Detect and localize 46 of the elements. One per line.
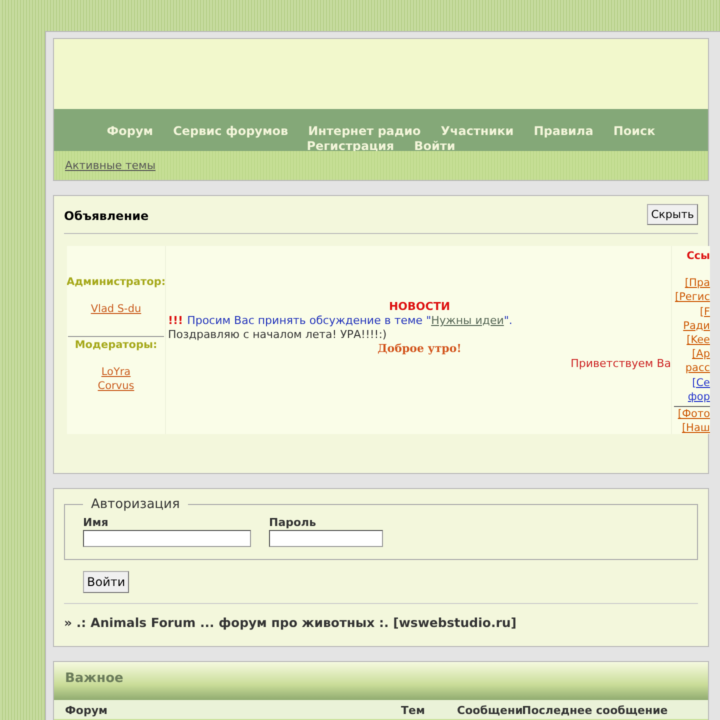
hide-button[interactable]: Скрыть — [647, 204, 698, 225]
links-heading: Ссы — [686, 249, 710, 264]
nav-link[interactable]: Сервис форумов — [173, 124, 288, 139]
user-link[interactable]: LoYra — [101, 365, 131, 379]
moderators-label: Модераторы: — [74, 339, 158, 351]
side-link[interactable]: [Kee — [686, 333, 710, 348]
board-title: » .: Animals Forum ... форум про животных :. [wswebstudio.ru] — [64, 603, 698, 630]
welcome-text: Приветствуем Ва — [570, 357, 671, 370]
side-link[interactable]: [F — [700, 304, 710, 319]
column-header: Сообщени — [457, 704, 522, 719]
side-link[interactable]: [Регис — [674, 290, 710, 305]
active-topics-link[interactable]: Активные темы — [65, 159, 156, 172]
user-link[interactable]: Vlad S-du — [90, 303, 142, 315]
user-link[interactable]: Corvus — [98, 379, 134, 393]
good-morning-text: Доброе утро! — [376, 342, 463, 356]
column-header: Тем — [401, 704, 426, 719]
side-link[interactable]: [Наш — [682, 421, 710, 434]
notice-text: Просим Вас принять обсуждение в теме "Нужны идеи". — [187, 314, 512, 327]
side-link[interactable]: расс — [685, 361, 710, 376]
field-label: Пароль — [269, 516, 318, 529]
input-field[interactable] — [83, 530, 251, 547]
nav-link[interactable]: Правила — [534, 124, 594, 139]
login-legend: Авторизация — [83, 497, 188, 512]
side-link[interactable]: Ради — [683, 318, 710, 334]
news-title: НОВОСТИ — [388, 300, 452, 314]
nav-link[interactable]: Регистрация — [306, 139, 394, 154]
topic-link[interactable]: Нужны идеи — [431, 314, 504, 327]
category-title: Важное — [65, 671, 124, 686]
nav-link[interactable]: Поиск — [613, 124, 656, 139]
column-header: Форум — [64, 704, 109, 719]
side-link[interactable]: [Се — [692, 376, 710, 390]
login-button[interactable]: Войти — [83, 571, 130, 593]
side-link[interactable]: [Ар — [692, 347, 710, 362]
nav-link[interactable]: Войти — [414, 139, 456, 154]
side-link[interactable]: [Пра — [684, 276, 710, 290]
column-header: Последнее сообщение — [522, 704, 668, 719]
side-link[interactable]: фор — [688, 390, 710, 404]
nav-link[interactable]: Форум — [106, 124, 154, 139]
greeting-text: Поздравляю с началом лета! УРА!!!!:) — [168, 328, 387, 341]
alert-mark: !!! — [168, 314, 184, 327]
announcement-title: Объявление — [64, 208, 149, 222]
input-field[interactable] — [269, 530, 383, 547]
nav-link[interactable]: Интернет радио — [308, 124, 421, 139]
side-link[interactable]: [Фото — [678, 407, 710, 422]
field-label: Имя — [83, 516, 110, 529]
nav-link[interactable]: Участники — [440, 124, 514, 139]
